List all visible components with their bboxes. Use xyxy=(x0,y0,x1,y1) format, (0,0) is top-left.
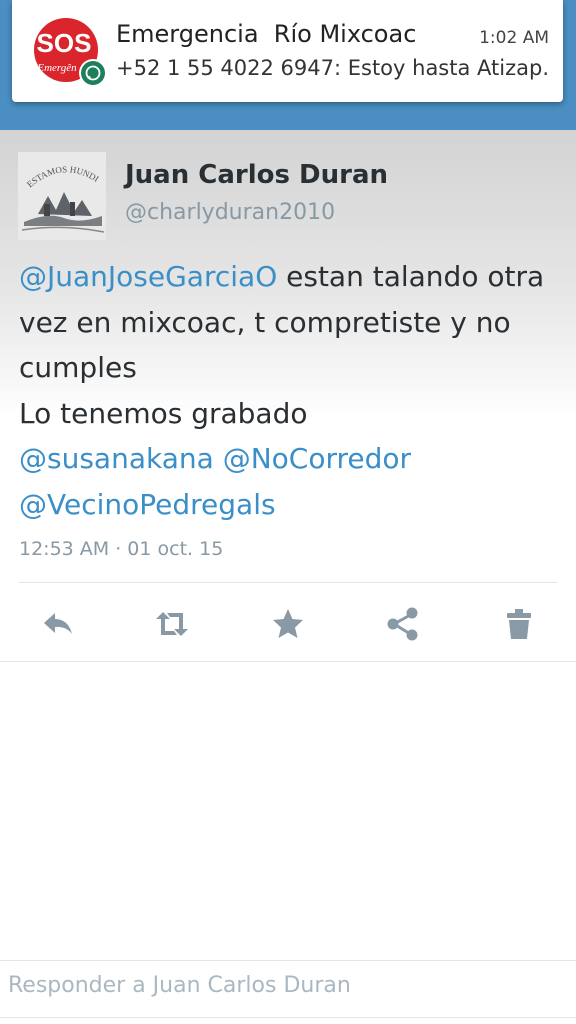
notification-time: 1:02 AM xyxy=(479,28,549,48)
author-name[interactable]: Juan Carlos Duran xyxy=(125,160,388,190)
sos-logo-subtext: Emergên xyxy=(36,62,77,74)
notification-title: Emergencia Río Mixcoac xyxy=(116,20,417,48)
mention-link[interactable]: @JuanJoseGarciaO xyxy=(19,260,277,293)
reply-input[interactable] xyxy=(8,973,564,998)
author-handle[interactable]: @charlyduran2010 xyxy=(125,200,335,225)
avatar[interactable]: ESTAMOS HUNDIDOS xyxy=(15,144,106,240)
divider xyxy=(0,661,576,662)
share-button[interactable] xyxy=(379,600,427,648)
tweet-text: @JuanJoseGarciaO estan talando otra vez … xyxy=(19,254,559,527)
notification-text: +52 1 55 4022 6947: Estoy hasta Atizap.. xyxy=(116,56,550,80)
notification-card[interactable]: SOS Emergên Emergencia Río Mixcoac 1:02 … xyxy=(12,0,563,102)
mention-link[interactable]: @NoCorredor xyxy=(223,442,411,475)
reply-bar xyxy=(0,960,576,1018)
mention-link[interactable]: @susanakana xyxy=(19,442,214,475)
divider xyxy=(19,582,557,583)
delete-button[interactable] xyxy=(495,600,543,648)
sos-logo-text: SOS xyxy=(37,28,92,58)
retweet-icon xyxy=(156,612,188,636)
tweet-actions xyxy=(0,600,576,648)
tweet-text-part: Lo tenemos grabado xyxy=(19,396,308,430)
reply-icon xyxy=(44,613,72,634)
delete-trash-icon xyxy=(507,609,531,639)
tweet-timestamp: 12:53 AM · 01 oct. 15 xyxy=(19,538,224,560)
share-icon xyxy=(387,607,418,641)
tweet-detail: ESTAMOS HUNDIDOS Juan Carlos Duran @char… xyxy=(0,130,576,660)
retweet-button[interactable] xyxy=(148,600,196,648)
favorite-button[interactable] xyxy=(264,600,312,648)
favorite-star-icon xyxy=(273,609,303,638)
sos-emergencia-whatsapp-icon: SOS Emergên xyxy=(32,16,108,92)
reply-button[interactable] xyxy=(34,600,82,648)
mention-link[interactable]: @VecinoPedregals xyxy=(19,488,276,521)
